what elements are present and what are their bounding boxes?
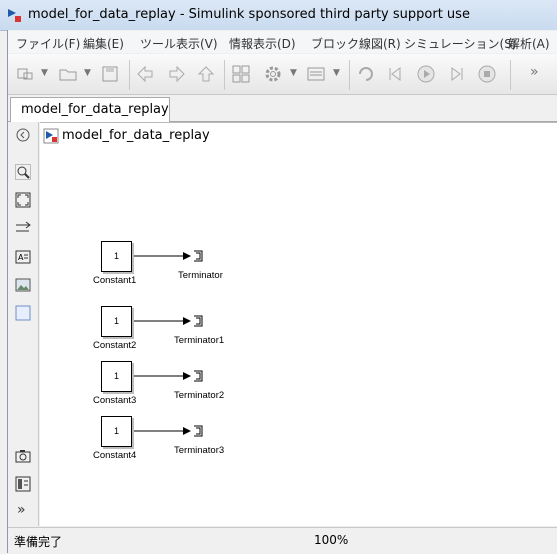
update-diagram-icon[interactable] — [356, 64, 376, 84]
fit-view-icon[interactable] — [15, 192, 31, 208]
window-title: model_for_data_replay - Simulink sponsor… — [28, 7, 470, 22]
new-model-icon[interactable] — [16, 64, 36, 84]
model-data-icon[interactable] — [15, 476, 31, 492]
menu-bar: ファイル(F) 編集(E) ツール表示(V) 情報表示(D) ブロック線図(R)… — [8, 31, 557, 53]
terminator-block[interactable] — [194, 315, 203, 327]
toolbar-separator — [129, 60, 130, 90]
menu-simulation[interactable]: シミュレーション(S) — [404, 35, 517, 52]
toolbar-separator — [224, 60, 225, 90]
zoom-in-icon[interactable] — [15, 164, 31, 180]
menu-diagram[interactable]: ブロック線図(R) — [311, 35, 401, 52]
library-browser-icon[interactable] — [231, 64, 251, 84]
screenshot-icon[interactable] — [15, 448, 31, 464]
menu-edit[interactable]: 編集(E) — [83, 35, 124, 52]
constant-block[interactable]: 1 — [101, 241, 132, 272]
step-forward-icon[interactable] — [446, 64, 466, 84]
hide-browser-icon[interactable] — [15, 127, 31, 143]
breadcrumb-model[interactable]: model_for_data_replay — [62, 128, 210, 143]
toolbar-separator — [349, 60, 350, 90]
terminator-label[interactable]: Terminator — [178, 270, 223, 281]
area-icon[interactable] — [15, 305, 31, 321]
step-back-icon[interactable] — [386, 64, 406, 84]
up-icon[interactable] — [196, 64, 216, 84]
run-icon[interactable] — [416, 64, 436, 84]
menu-view[interactable]: ツール表示(V) — [140, 35, 218, 52]
image-icon[interactable] — [15, 277, 31, 293]
svg-text:A: A — [18, 253, 24, 262]
block-label[interactable]: Constant3 — [93, 395, 136, 406]
toolbar: ▼ ▼ ▼ ▼ » — [8, 54, 557, 95]
status-text: 準備完了 — [14, 535, 63, 549]
expand-icon[interactable]: » — [17, 502, 26, 518]
menu-file[interactable]: ファイル(F) — [16, 35, 80, 52]
settings-gear-icon[interactable] — [263, 64, 283, 84]
constant-block[interactable]: 1 — [101, 361, 132, 392]
chevron-down-icon[interactable]: ▼ — [290, 68, 297, 78]
signal-lines-icon[interactable] — [15, 220, 31, 236]
terminator-label[interactable]: Terminator2 — [174, 390, 224, 401]
annotation-icon[interactable]: A — [15, 249, 31, 265]
chevron-down-icon[interactable]: ▼ — [84, 68, 91, 78]
menu-analysis[interactable]: 解析(A) — [508, 35, 550, 52]
simulink-logo-icon — [8, 9, 21, 22]
terminator-block[interactable] — [194, 250, 203, 262]
zoom-level: 100% — [314, 533, 349, 547]
chevron-down-icon[interactable]: ▼ — [41, 68, 48, 78]
terminator-label[interactable]: Terminator3 — [174, 445, 224, 456]
left-palette: A » — [8, 122, 39, 526]
status-bar: 準備完了 100% — [8, 527, 557, 554]
block-label[interactable]: Constant2 — [93, 340, 136, 351]
terminator-block[interactable] — [194, 370, 203, 382]
open-icon[interactable] — [58, 64, 78, 84]
toolbar-separator — [510, 60, 511, 90]
save-icon[interactable] — [100, 64, 120, 84]
breadcrumb: model_for_data_replay — [40, 122, 557, 151]
menu-display[interactable]: 情報表示(D) — [229, 35, 296, 52]
model-icon — [43, 128, 59, 144]
block-label[interactable]: Constant1 — [93, 275, 136, 286]
block-label[interactable]: Constant4 — [93, 450, 136, 461]
tab-strip: model_for_data_replay — [8, 95, 557, 122]
stop-icon[interactable] — [477, 64, 497, 84]
tab-model[interactable]: model_for_data_replay — [10, 97, 170, 122]
chevron-down-icon[interactable]: ▼ — [333, 68, 340, 78]
constant-block[interactable]: 1 — [101, 306, 132, 337]
model-canvas[interactable]: 1 Constant1 Terminator 1 Constant2 Termi… — [40, 150, 557, 526]
more-icon[interactable]: » — [530, 64, 539, 80]
forward-icon[interactable] — [166, 64, 186, 84]
terminator-block[interactable] — [194, 425, 203, 437]
signal-lines — [131, 250, 203, 437]
terminator-label[interactable]: Terminator1 — [174, 335, 224, 346]
back-icon[interactable] — [136, 64, 156, 84]
constant-block[interactable]: 1 — [101, 416, 132, 447]
tab-label: model_for_data_replay — [21, 102, 169, 117]
model-explorer-icon[interactable] — [306, 64, 326, 84]
title-bar[interactable]: model_for_data_replay - Simulink sponsor… — [0, 0, 557, 31]
